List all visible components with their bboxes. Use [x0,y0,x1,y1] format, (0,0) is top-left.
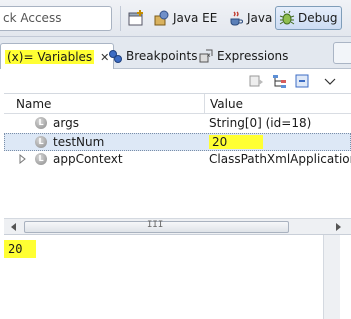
horizontal-scrollbar[interactable]: III [4,218,351,235]
detail-value-text[interactable]: 20 [4,240,37,258]
svg-text:x: x [207,52,211,59]
variable-name: testNum [53,135,105,149]
expand-chevron-icon[interactable] [19,154,27,164]
table-header: Name Value [4,94,351,114]
variable-name: appContext [53,152,123,166]
java-ee-icon [154,10,169,26]
column-divider[interactable] [204,94,205,114]
local-variable-icon: L [35,153,47,165]
toolbar-separator [120,6,121,31]
detail-pane[interactable]: 20 [0,235,351,319]
perspective-java-ee[interactable]: Java EE [150,6,222,30]
table-row[interactable]: L args String[0] (id=18) [4,115,351,133]
perspective-java-label: Java [247,11,273,25]
tab-breakpoints[interactable]: Breakpoints [103,43,201,69]
perspective-java-ee-label: Java EE [173,11,218,25]
view-menu-button[interactable] [333,42,351,64]
local-variable-icon: L [35,117,47,129]
variable-value-text: 20 [209,135,264,149]
expressions-icon: x [199,49,213,63]
breakpoints-icon [109,50,122,63]
column-header-name[interactable]: Name [16,97,51,111]
perspective-java[interactable]: Java [224,6,277,30]
tab-expressions[interactable]: x Expressions [194,43,292,69]
scroll-right-icon[interactable] [331,221,345,233]
open-perspective-icon[interactable] [128,9,146,27]
java-icon [230,11,243,26]
collapse-all-icon[interactable] [294,73,310,89]
local-variable-icon: L [35,136,47,148]
tab-variables[interactable]: (x)= Variables ✕ [0,43,115,70]
scrollbar-grip: III [147,220,164,230]
vertical-scrollbar[interactable] [323,235,340,319]
scrollbar-thumb[interactable]: III [24,220,289,233]
main-toolbar: ck Access Java EE Java Debug [0,0,351,37]
tab-variables-label: (x)= Variables [5,50,95,64]
variable-value: 20 [209,135,351,149]
scroll-left-icon[interactable] [7,221,21,233]
quick-access-input[interactable]: ck Access [0,6,112,31]
view-menu-chevron-icon[interactable] [322,73,338,89]
table-row[interactable]: L testNum 20 [4,133,351,151]
variable-value: String[0] (id=18) [209,116,312,130]
tab-breakpoints-label: Breakpoints [126,49,198,63]
view-tab-row: (x)= Variables ✕ Breakpoints x Expressio… [0,37,351,70]
perspective-debug[interactable]: Debug [275,6,343,30]
variable-value: ClassPathXmlApplication [209,152,351,166]
table-row[interactable]: L appContext ClassPathXmlApplication [4,151,351,169]
perspective-debug-label: Debug [298,11,338,25]
show-type-names-icon[interactable] [248,73,264,89]
variables-tree[interactable]: Name Value L args String[0] (id=18) L te… [4,93,351,218]
show-logical-structure-icon[interactable] [272,73,288,89]
column-header-value[interactable]: Value [210,97,243,111]
debug-icon [279,10,295,25]
view-toolbar [0,69,351,93]
variable-name: args [53,116,79,130]
tab-expressions-label: Expressions [217,49,289,63]
